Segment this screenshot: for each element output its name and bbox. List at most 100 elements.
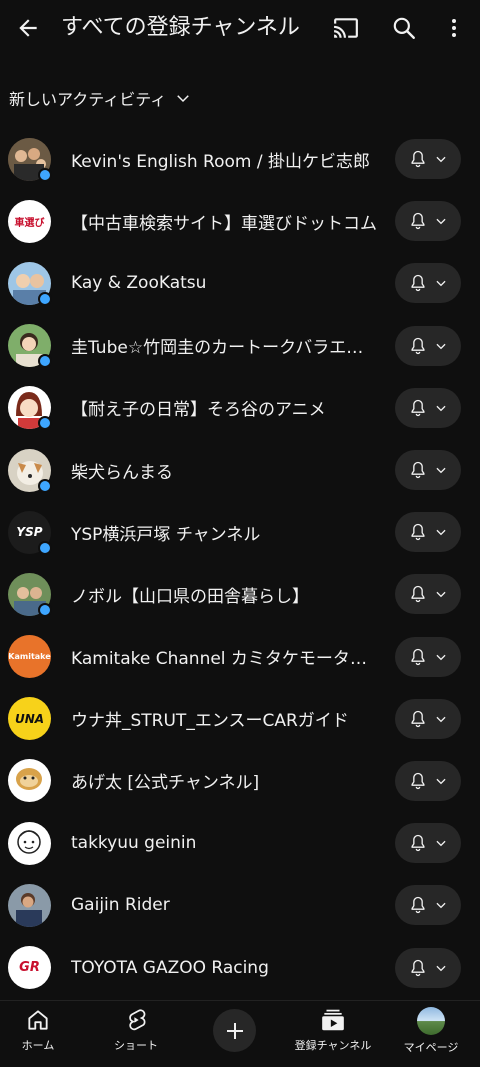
avatar	[8, 261, 52, 306]
channel-name: ノボル【山口県の田舎暮らし】	[71, 586, 309, 607]
bell-icon	[411, 399, 425, 416]
arrow-left-icon	[19, 19, 37, 37]
avatar: UNA	[8, 697, 51, 741]
bell-icon	[411, 834, 425, 852]
cast-icon	[334, 18, 358, 38]
channel-avatar-image: GR	[8, 946, 51, 990]
notification-settings-button[interactable]	[395, 885, 461, 926]
chevron-down-icon	[436, 965, 446, 971]
avatar: GR	[8, 946, 51, 990]
new-content-indicator	[38, 540, 52, 555]
chevron-down-icon	[436, 716, 446, 723]
bell-icon	[411, 959, 425, 976]
channel-name: 【耐え子の日常】そろ谷のアニメ	[71, 400, 326, 421]
chevron-down-icon	[436, 219, 446, 225]
more-options-button[interactable]	[434, 8, 474, 48]
back-button[interactable]	[8, 8, 48, 48]
chevron-down-icon	[436, 343, 446, 349]
avatar: YSP	[8, 510, 52, 555]
notification-settings-button[interactable]	[395, 574, 461, 615]
nav-home[interactable]: ホーム	[0, 1007, 86, 1053]
notification-settings-button[interactable]	[395, 512, 461, 553]
notification-settings-button[interactable]	[395, 450, 461, 491]
new-content-indicator	[38, 354, 52, 369]
subscriptions-icon	[322, 1009, 344, 1031]
channel-name: 【中古車検索サイト】車選びドットコム	[71, 213, 377, 234]
channel-avatar-image: UNA	[8, 697, 51, 741]
chevron-down-icon	[436, 405, 446, 412]
channel-avatar-image: 車選び	[8, 199, 51, 243]
bell-icon	[411, 524, 425, 541]
channel-row[interactable]: Kamitake Kamitake Channel カミタケモータース	[0, 626, 480, 688]
new-content-indicator	[38, 291, 52, 306]
chevron-down-icon	[436, 654, 446, 660]
channel-row[interactable]: UNA ウナ丼_STRUT_エンスーCARガイド	[0, 688, 480, 750]
new-content-indicator	[38, 602, 52, 617]
nav-subscriptions-label: 登録チャンネル	[294, 1039, 372, 1052]
nav-subscriptions[interactable]: 登録チャンネル	[285, 1007, 381, 1053]
bell-icon	[411, 586, 425, 603]
channel-row[interactable]: あげ太 [公式チャンネル]	[0, 750, 480, 812]
channel-name: TOYOTA GAZOO Racing	[71, 957, 269, 978]
channel-name: Gaijin Rider	[71, 895, 170, 916]
notification-settings-button[interactable]	[395, 698, 461, 739]
bell-icon	[411, 897, 425, 914]
notification-settings-button[interactable]	[395, 263, 461, 304]
channel-avatar-image	[8, 821, 51, 865]
nav-mypage[interactable]: マイページ	[383, 1007, 479, 1055]
avatar: 車選び	[8, 199, 51, 243]
bell-icon	[411, 710, 425, 727]
channel-row[interactable]: 柴犬らんまる	[0, 439, 480, 501]
channel-name: Kevin's English Room / 掛山ケビ志郎	[71, 151, 370, 172]
chevron-down-icon	[436, 467, 446, 474]
bell-icon	[411, 648, 425, 665]
channel-row[interactable]: 【耐え子の日常】そろ谷のアニメ	[0, 377, 480, 439]
channel-row[interactable]: 圭Tube☆竹岡圭のカートークバラエティ	[0, 315, 480, 377]
channel-row[interactable]: Gaijin Rider	[0, 874, 480, 936]
avatar	[8, 572, 52, 617]
chevron-down-icon	[436, 778, 446, 785]
notification-settings-button[interactable]	[395, 636, 461, 677]
channel-name: 圭Tube☆竹岡圭のカートークバラエティ	[71, 338, 377, 359]
search-button[interactable]	[384, 8, 424, 48]
avatar	[8, 448, 52, 493]
channel-row[interactable]: GR TOYOTA GAZOO Racing	[0, 936, 480, 998]
cast-button[interactable]	[326, 8, 366, 48]
account-avatar	[417, 1007, 445, 1035]
notification-settings-button[interactable]	[395, 823, 461, 864]
nav-shorts[interactable]: ショート	[88, 1007, 184, 1053]
channel-row[interactable]: YSP YSP横浜戸塚 チャンネル	[0, 501, 480, 563]
bell-icon	[411, 337, 425, 354]
chevron-down-icon	[436, 840, 446, 847]
sort-filter-dropdown[interactable]: 新しいアクティビティ	[9, 84, 192, 112]
channel-row[interactable]: takkyuu geinin	[0, 812, 480, 874]
create-button[interactable]	[213, 1009, 256, 1052]
notification-settings-button[interactable]	[395, 325, 461, 366]
avatar	[8, 137, 52, 182]
channel-row[interactable]: Kay & ZooKatsu	[0, 252, 480, 314]
nav-home-label: ホーム	[21, 1039, 55, 1052]
channel-row[interactable]: 車選び 【中古車検索サイト】車選びドットコム	[0, 190, 480, 252]
channel-name: takkyuu geinin	[71, 833, 197, 854]
chevron-down-icon	[436, 281, 446, 287]
page-title: すべての登録チャンネル	[61, 15, 300, 40]
new-content-indicator	[38, 416, 52, 431]
avatar: Kamitake	[8, 635, 51, 679]
chevron-down-icon	[436, 903, 446, 909]
notification-settings-button[interactable]	[395, 387, 461, 428]
channel-name: ウナ丼_STRUT_エンスーCARガイド	[71, 711, 349, 732]
channel-name: 柴犬らんまる	[71, 462, 173, 483]
channel-row[interactable]: Kevin's English Room / 掛山ケビ志郎	[0, 128, 480, 190]
chevron-down-icon	[436, 530, 446, 536]
chevron-down-icon	[177, 95, 190, 103]
avatar	[8, 386, 52, 431]
notification-settings-button[interactable]	[395, 139, 461, 180]
channel-name: YSP横浜戸塚 チャンネル	[71, 524, 261, 545]
channel-row[interactable]: ノボル【山口県の田舎暮らし】	[0, 563, 480, 625]
notification-settings-button[interactable]	[395, 760, 461, 801]
notification-settings-button[interactable]	[395, 947, 461, 988]
notification-settings-button[interactable]	[395, 201, 461, 242]
channel-avatar-image	[8, 759, 51, 803]
channel-list: Kevin's English Room / 掛山ケビ志郎 車選び 【中古車検索…	[0, 128, 480, 999]
bell-icon	[411, 772, 425, 790]
